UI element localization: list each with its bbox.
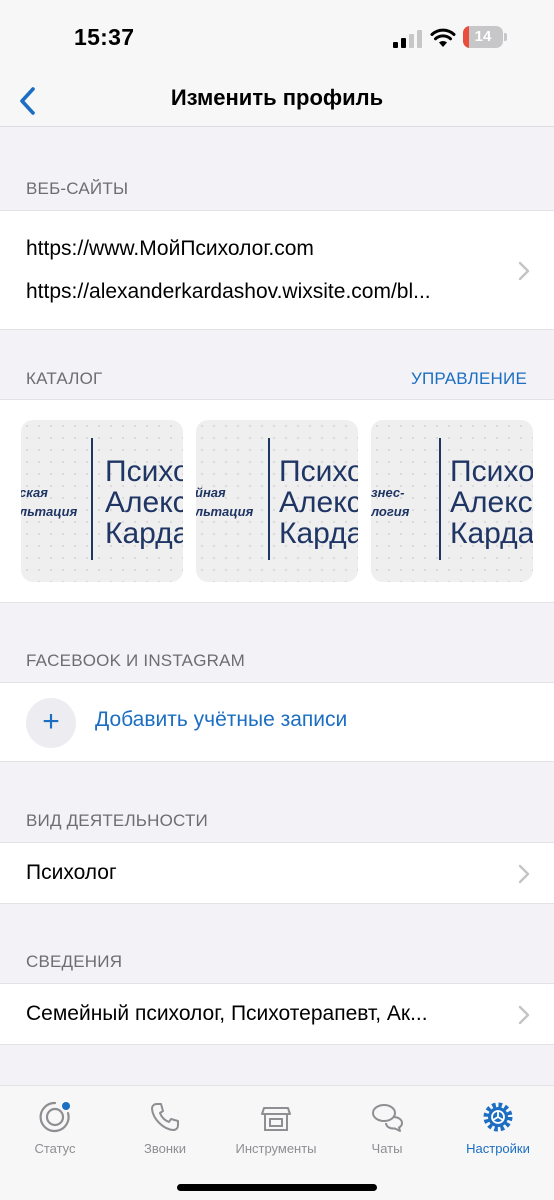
add-accounts-row[interactable]: + Добавить учётные записи — [0, 682, 554, 762]
catalog-item-divider — [268, 438, 270, 560]
status-icon — [39, 1101, 70, 1133]
tab-tools[interactable]: Инструменты — [221, 1100, 331, 1160]
plus-icon: + — [42, 705, 60, 738]
websites-header: ВЕБ-САЙТЫ — [26, 179, 129, 198]
catalog-item-right-text: Алекса — [105, 486, 183, 519]
catalog-card: ская льтация Психо Алекса Карда йная льт… — [0, 399, 554, 603]
storefront-icon — [261, 1107, 291, 1131]
info-value: Семейный психолог, Психотерапевт, Ак... — [26, 1002, 428, 1025]
tab-chats[interactable]: Чаты — [332, 1100, 442, 1160]
catalog-header: КАТАЛОГ — [26, 369, 103, 388]
activity-header: ВИД ДЕЯТЕЛЬНОСТИ — [26, 811, 208, 830]
info-header: СВЕДЕНИЯ — [26, 952, 123, 971]
tab-label: Настройки — [466, 1141, 530, 1156]
catalog-item-2[interactable]: йная льтация Психо Алекса Кардаш — [196, 420, 358, 582]
home-indicator[interactable] — [177, 1184, 377, 1191]
status-time: 15:37 — [74, 24, 135, 50]
catalog-item-right-text: Психол — [450, 455, 533, 488]
catalog-item-left-text: логия — [371, 504, 410, 519]
catalog-item-1[interactable]: ская льтация Психо Алекса Карда — [21, 420, 183, 582]
catalog-item-left-text: льтация — [21, 504, 78, 519]
catalog-item-right-text: Психо — [279, 455, 358, 488]
gear-icon — [483, 1102, 513, 1132]
catalog-item-right-text: Алекса — [450, 486, 533, 519]
catalog-item-left-text: льтация — [196, 504, 254, 519]
tab-settings[interactable]: Настройки — [443, 1100, 553, 1160]
catalog-item-left-text: знес- — [371, 485, 405, 500]
catalog-item-left-text: ская — [21, 485, 48, 500]
chevron-right-icon — [518, 864, 530, 884]
chat-bubbles-icon — [372, 1104, 403, 1132]
activity-row[interactable]: Психолог — [0, 842, 554, 904]
navigation-bar: Изменить профиль — [0, 75, 554, 127]
catalog-item-left-text: йная — [196, 485, 226, 500]
tab-bar: Статус Звонки Инструменты Чаты Настройки — [0, 1085, 554, 1200]
catalog-item-right-text: Кардаш — [279, 517, 358, 550]
tab-label: Чаты — [371, 1141, 403, 1156]
tab-label: Инструменты — [235, 1141, 317, 1156]
phone-icon — [151, 1103, 179, 1131]
status-bar: 15:37 14 — [0, 0, 554, 75]
tab-status[interactable]: Статус — [0, 1100, 110, 1160]
website-link-2: https://alexanderkardashov.wixsite.com/b… — [26, 280, 431, 303]
activity-value: Психолог — [26, 861, 117, 884]
catalog-manage-button[interactable]: УПРАВЛЕНИЕ — [411, 369, 527, 389]
websites-card[interactable]: https://www.МойПсихолог.com https://alex… — [0, 210, 554, 330]
catalog-item-right-text: Карда — [105, 517, 183, 550]
catalog-item-right-text: Кардаш — [450, 517, 533, 550]
catalog-item-3[interactable]: знес- логия Психол Алекса Кардаш — [371, 420, 533, 582]
battery-level: 14 — [474, 28, 492, 45]
info-row[interactable]: Семейный психолог, Психотерапевт, Ак... — [0, 983, 554, 1045]
add-accounts-label: Добавить учётные записи — [95, 708, 348, 731]
chevron-right-icon — [518, 1005, 530, 1025]
add-accounts-button[interactable]: + — [26, 698, 76, 748]
catalog-item-right-text: Алекса — [279, 486, 358, 519]
website-link-1: https://www.МойПсихолог.com — [26, 237, 314, 260]
chevron-right-icon — [518, 261, 530, 281]
catalog-item-right-text: Психо — [105, 455, 183, 488]
catalog-item-divider — [439, 438, 441, 560]
tab-calls[interactable]: Звонки — [110, 1100, 220, 1160]
page-title: Изменить профиль — [170, 85, 384, 110]
tab-label: Статус — [34, 1141, 76, 1156]
battery-icon: 14 — [463, 26, 507, 48]
wifi-icon — [430, 28, 456, 47]
catalog-item-divider — [91, 438, 93, 560]
social-header: FACEBOOK И INSTAGRAM — [26, 651, 245, 670]
tab-label: Звонки — [144, 1141, 186, 1156]
cellular-signal-icon — [393, 30, 422, 48]
